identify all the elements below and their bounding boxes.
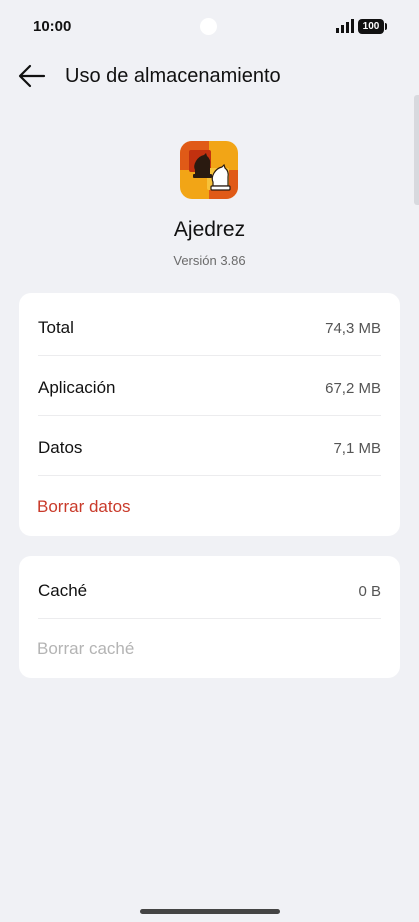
row-label: Total — [38, 318, 74, 337]
status-time: 10:00 — [33, 18, 72, 35]
storage-row-app: Aplicación 67,2 MB — [19, 356, 400, 416]
cache-card: Caché 0 B Borrar caché — [19, 556, 400, 678]
row-value: 67,2 MB — [325, 380, 381, 397]
home-indicator[interactable] — [140, 909, 280, 914]
scroll-indicator — [414, 95, 419, 205]
camera-cutout — [200, 18, 217, 35]
cache-row: Caché 0 B — [19, 559, 400, 619]
row-label: Aplicación — [38, 378, 116, 397]
app-bar: Uso de almacenamiento — [0, 55, 419, 100]
row-label: Datos — [38, 438, 83, 457]
storage-row-total: Total 74,3 MB — [19, 296, 400, 356]
status-bar: 10:00 100 — [0, 0, 419, 52]
clear-data-button[interactable]: Borrar datos — [37, 497, 131, 517]
app-name: Ajedrez — [173, 218, 246, 241]
divider — [38, 475, 381, 476]
row-value: 7,1 MB — [333, 440, 381, 457]
row-value: 74,3 MB — [325, 320, 381, 337]
chess-app-icon — [180, 141, 238, 199]
app-version: Versión 3.86 — [173, 253, 246, 268]
storage-row-data: Datos 7,1 MB — [19, 416, 400, 476]
divider — [38, 618, 381, 619]
page-title: Uso de almacenamiento — [65, 65, 281, 87]
row-value: 0 B — [358, 583, 381, 600]
back-arrow-icon[interactable] — [18, 64, 46, 88]
row-label: Caché — [38, 581, 88, 600]
signal-icon — [336, 19, 354, 33]
battery-icon: 100 — [358, 19, 387, 34]
storage-card: Total 74,3 MB Aplicación 67,2 MB Datos 7… — [19, 293, 400, 536]
clear-cache-button[interactable]: Borrar caché — [37, 639, 134, 659]
